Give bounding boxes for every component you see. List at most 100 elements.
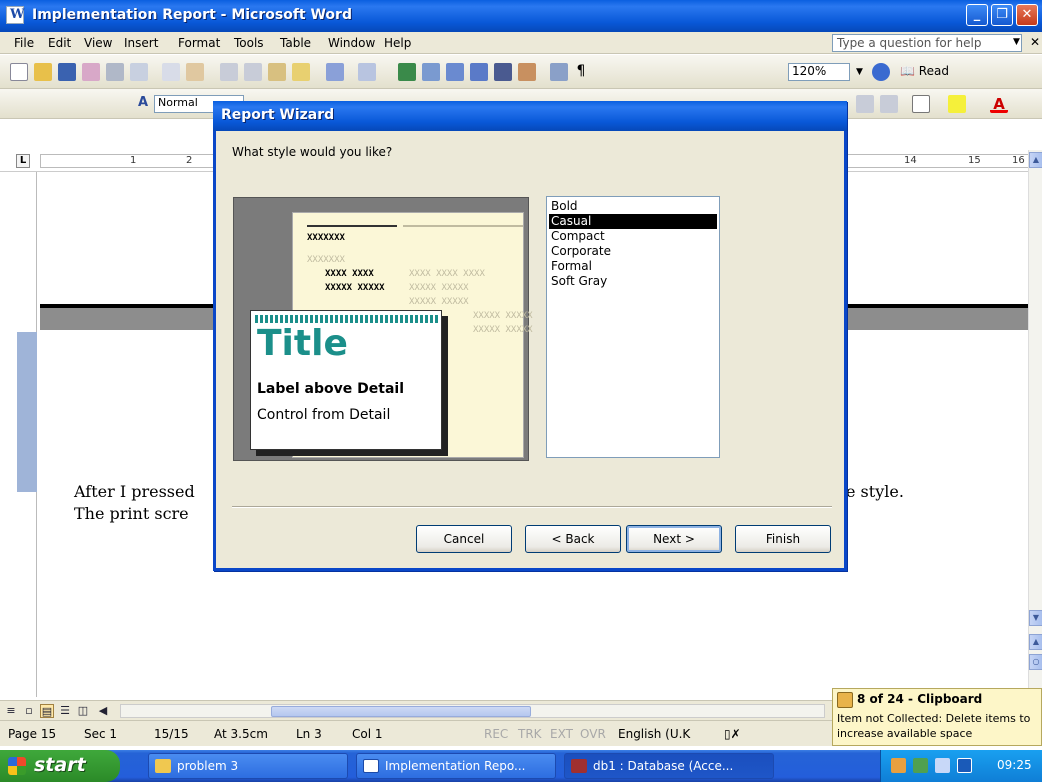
close-button[interactable]: ✕: [1016, 4, 1038, 26]
increase-indent-icon[interactable]: [880, 95, 898, 113]
menu-file[interactable]: File: [14, 36, 34, 50]
research-icon[interactable]: [186, 63, 204, 81]
zoom-dropdown-icon[interactable]: ▼: [856, 67, 863, 77]
save-icon[interactable]: [58, 63, 76, 81]
tray-language-icon[interactable]: [935, 758, 950, 773]
hyperlink-icon[interactable]: [398, 63, 416, 81]
style-option-compact[interactable]: Compact: [549, 229, 717, 244]
help-search-input[interactable]: Type a question for help: [832, 34, 1022, 52]
read-button[interactable]: 📖 Read: [900, 64, 949, 78]
preview-placeholder: XXXXXXX: [307, 255, 345, 265]
style-listbox[interactable]: Bold Casual Compact Corporate Formal Sof…: [546, 196, 720, 458]
menu-help[interactable]: Help: [384, 36, 411, 50]
previous-page-icon[interactable]: ▲: [1029, 634, 1042, 650]
scroll-down-icon[interactable]: ▼: [1029, 610, 1042, 626]
borders-icon[interactable]: [912, 95, 930, 113]
insert-excel-icon[interactable]: [470, 63, 488, 81]
insert-table-icon[interactable]: [446, 63, 464, 81]
open-folder-icon[interactable]: [34, 63, 52, 81]
permission-icon[interactable]: [82, 63, 100, 81]
zoom-select[interactable]: 120%: [788, 63, 850, 81]
columns-icon[interactable]: [494, 63, 512, 81]
minimize-button[interactable]: _: [966, 4, 988, 26]
wizard-separator: [232, 506, 832, 508]
paste-icon[interactable]: [268, 63, 286, 81]
preview-placeholder: XXXX XXXX XXXX: [409, 269, 485, 279]
finish-button[interactable]: Finish: [735, 525, 831, 553]
tab-selector-icon[interactable]: L: [16, 154, 30, 168]
folder-icon: [155, 759, 171, 773]
spelling-icon[interactable]: [162, 63, 180, 81]
maximize-button[interactable]: ❐: [991, 4, 1013, 26]
horizontal-scroll-track[interactable]: [120, 704, 825, 718]
cut-icon[interactable]: [220, 63, 238, 81]
decrease-indent-icon[interactable]: [856, 95, 874, 113]
clipboard-notification[interactable]: 8 of 24 - Clipboard Item not Collected: …: [832, 688, 1042, 746]
wizard-question: What style would you like?: [232, 145, 393, 159]
font-color-icon[interactable]: A: [990, 95, 1008, 113]
tray-network-icon[interactable]: [913, 758, 928, 773]
status-rec[interactable]: REC: [484, 727, 508, 741]
status-section: Sec 1: [84, 727, 118, 741]
style-option-bold[interactable]: Bold: [549, 199, 717, 214]
tables-borders-icon[interactable]: [422, 63, 440, 81]
style-option-casual[interactable]: Casual: [549, 214, 717, 229]
outline-view-icon[interactable]: ☰: [58, 704, 72, 718]
menu-view[interactable]: View: [84, 36, 112, 50]
menu-table[interactable]: Table: [280, 36, 311, 50]
tray-clipboard-icon[interactable]: [891, 758, 906, 773]
scroll-up-icon[interactable]: ▲: [1029, 152, 1042, 168]
print-preview-icon[interactable]: [130, 63, 148, 81]
preview-placeholder: XXXXX XXXXX: [325, 283, 385, 293]
menu-insert[interactable]: Insert: [124, 36, 158, 50]
task-db1-database[interactable]: db1 : Database (Acce...: [564, 753, 774, 779]
task-problem-3[interactable]: problem 3: [148, 753, 348, 779]
word-app-icon[interactable]: [6, 6, 25, 24]
menu-format[interactable]: Format: [178, 36, 220, 50]
cancel-button[interactable]: Cancel: [416, 525, 512, 553]
copy-icon[interactable]: [244, 63, 262, 81]
menu-edit[interactable]: Edit: [48, 36, 71, 50]
drawing-icon[interactable]: [518, 63, 536, 81]
status-ovr[interactable]: OVR: [580, 727, 606, 741]
help-dropdown-icon[interactable]: ▼: [1013, 37, 1020, 47]
task-implementation-report[interactable]: Implementation Repo...: [356, 753, 556, 779]
task-label: problem 3: [177, 759, 239, 773]
vertical-scrollbar[interactable]: ▲ ▼ ▲ ○: [1028, 150, 1042, 697]
undo-icon[interactable]: [326, 63, 344, 81]
show-formatting-icon[interactable]: ¶: [572, 63, 590, 81]
new-document-icon[interactable]: [10, 63, 28, 81]
scroll-left-icon[interactable]: ◀: [96, 704, 110, 718]
document-map-icon[interactable]: [550, 63, 568, 81]
style-preview: XXXXXXX XXXXXXX XXXX XXXX XXXX XXXX XXXX…: [233, 197, 533, 461]
standard-toolbar: ¶ 120% ▼ 📖 Read: [0, 55, 1042, 89]
help-icon[interactable]: [872, 63, 890, 81]
vertical-ruler[interactable]: [17, 172, 37, 697]
style-option-corporate[interactable]: Corporate: [549, 244, 717, 259]
highlight-icon[interactable]: [948, 95, 966, 113]
back-button[interactable]: < Back: [525, 525, 621, 553]
select-browse-object-icon[interactable]: ○: [1029, 654, 1042, 670]
start-button[interactable]: start: [0, 750, 120, 782]
web-layout-icon[interactable]: ▫: [22, 704, 36, 718]
status-trk[interactable]: TRK: [518, 727, 542, 741]
normal-view-icon[interactable]: ≡: [4, 704, 18, 718]
spelling-status-icon[interactable]: ▯✗: [724, 727, 741, 741]
print-layout-icon[interactable]: ▤: [40, 704, 54, 718]
tray-app-icon[interactable]: [957, 758, 972, 773]
status-ext[interactable]: EXT: [550, 727, 573, 741]
document-close-icon[interactable]: ✕: [1030, 35, 1040, 49]
style-option-soft-gray[interactable]: Soft Gray: [549, 274, 717, 289]
menu-window[interactable]: Window: [328, 36, 375, 50]
reading-layout-icon[interactable]: ◫: [76, 704, 90, 718]
print-icon[interactable]: [106, 63, 124, 81]
redo-icon[interactable]: [358, 63, 376, 81]
next-button[interactable]: Next >: [626, 525, 722, 553]
wizard-title[interactable]: Report Wizard: [213, 101, 847, 131]
format-painter-icon[interactable]: [292, 63, 310, 81]
horizontal-scroll-thumb[interactable]: [271, 706, 531, 717]
menu-tools[interactable]: Tools: [234, 36, 264, 50]
styles-icon[interactable]: A: [138, 95, 148, 110]
start-label: start: [34, 754, 86, 776]
style-option-formal[interactable]: Formal: [549, 259, 717, 274]
